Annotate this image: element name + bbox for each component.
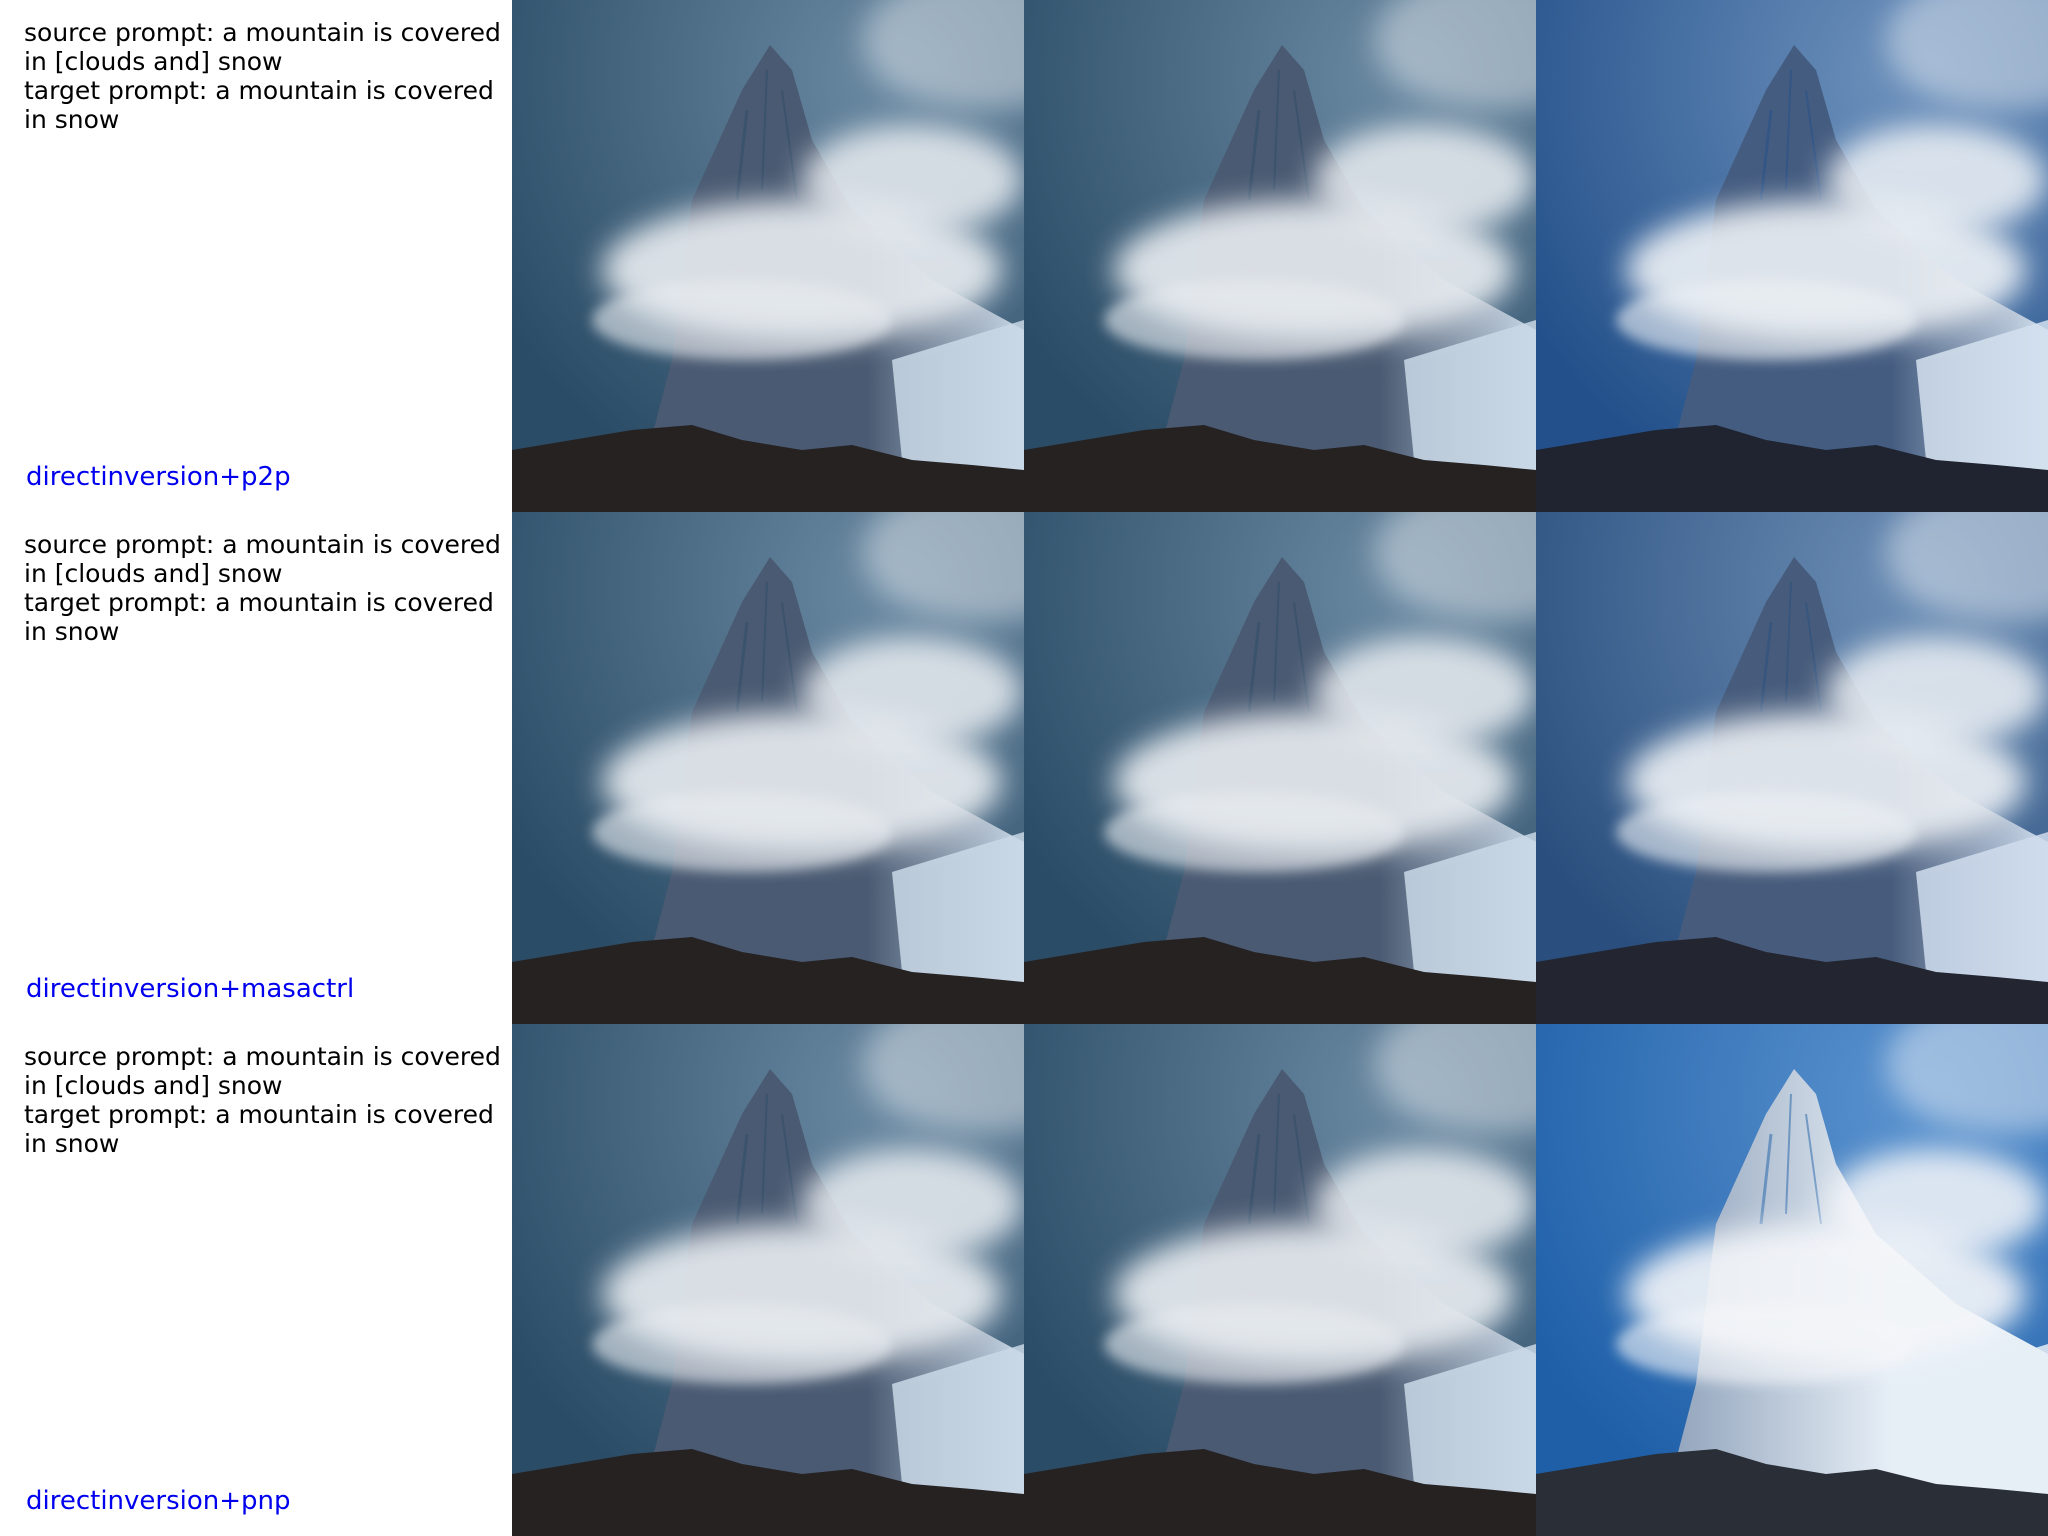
- prompt-text: source prompt: a mountain is covered in …: [24, 530, 501, 646]
- prompt-text: source prompt: a mountain is covered in …: [24, 1042, 501, 1158]
- mountain-photo: [512, 0, 1024, 512]
- mountain-photo: [1536, 512, 2048, 1024]
- reconstruction-image: [1024, 0, 1536, 512]
- method-label: directinversion+masactrl: [26, 974, 355, 1004]
- mountain-photo: [1024, 0, 1536, 512]
- method-label: directinversion+pnp: [26, 1486, 291, 1516]
- mountain-photo: [1536, 0, 2048, 512]
- method-label: directinversion+p2p: [26, 462, 291, 492]
- edited-image: [1536, 1024, 2048, 1536]
- mountain-photo: [1024, 1024, 1536, 1536]
- mountain-photo: [512, 1024, 1024, 1536]
- reconstruction-image: [1024, 1024, 1536, 1536]
- mountain-photo: [512, 512, 1024, 1024]
- label-cell: source prompt: a mountain is covered in …: [0, 0, 512, 512]
- mountain-photo: [1024, 512, 1536, 1024]
- label-cell: source prompt: a mountain is covered in …: [0, 1024, 512, 1536]
- source-image: [512, 0, 1024, 512]
- edited-image: [1536, 0, 2048, 512]
- method-row: source prompt: a mountain is covered in …: [0, 1024, 2048, 1536]
- method-row: source prompt: a mountain is covered in …: [0, 0, 2048, 512]
- comparison-grid: source prompt: a mountain is covered in …: [0, 0, 2048, 1536]
- label-cell: source prompt: a mountain is covered in …: [0, 512, 512, 1024]
- source-image: [512, 512, 1024, 1024]
- source-image: [512, 1024, 1024, 1536]
- edited-image: [1536, 512, 2048, 1024]
- reconstruction-image: [1024, 512, 1536, 1024]
- method-row: source prompt: a mountain is covered in …: [0, 512, 2048, 1024]
- mountain-photo: [1536, 1024, 2048, 1536]
- prompt-text: source prompt: a mountain is covered in …: [24, 18, 501, 134]
